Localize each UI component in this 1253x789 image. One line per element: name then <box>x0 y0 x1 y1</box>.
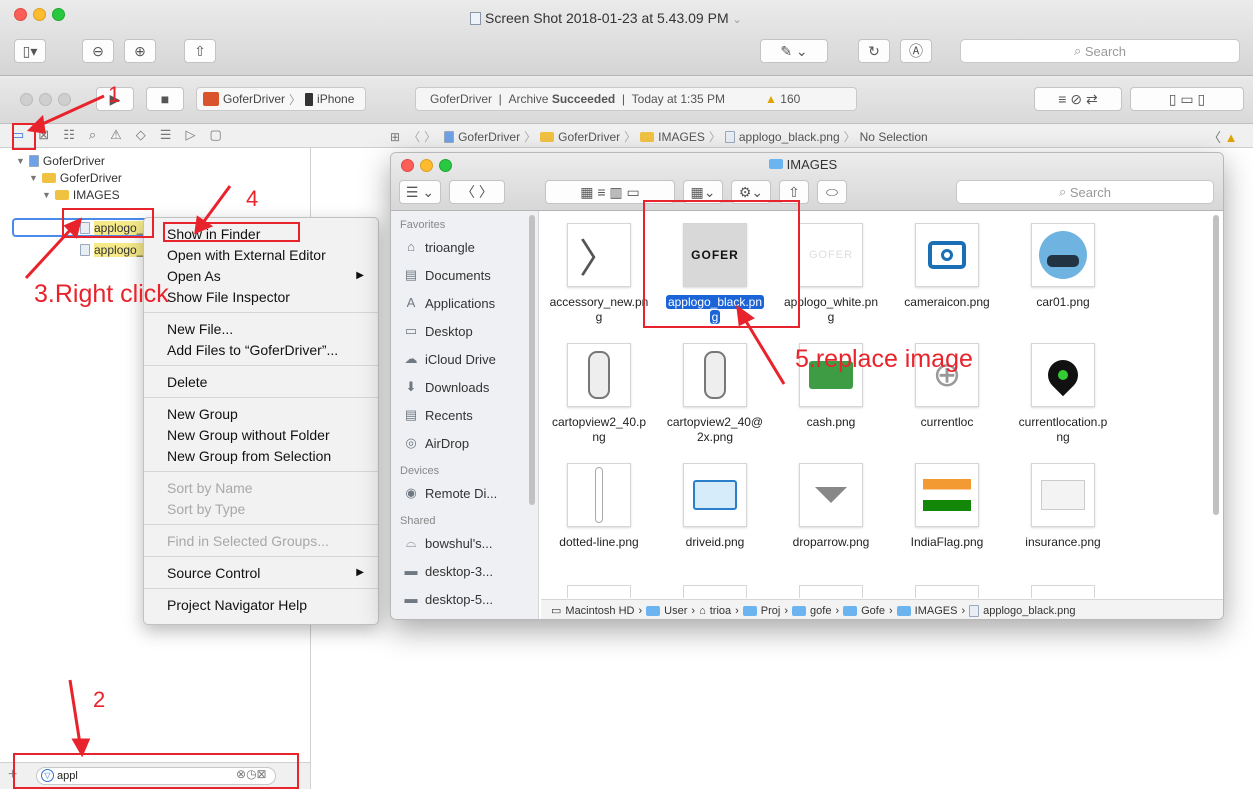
arrow-step-5 <box>742 317 786 385</box>
annotation-arrows <box>24 94 786 758</box>
arrow-step-4 <box>200 185 232 225</box>
arrow-head-icon <box>71 738 91 758</box>
arrow-step-1 <box>37 94 105 128</box>
arrow-step-2 <box>68 679 82 745</box>
arrow-head-icon <box>26 114 46 134</box>
arrow-head-icon <box>736 304 755 327</box>
arrow-head-icon <box>194 215 214 235</box>
arrow-step-3 <box>24 226 74 280</box>
